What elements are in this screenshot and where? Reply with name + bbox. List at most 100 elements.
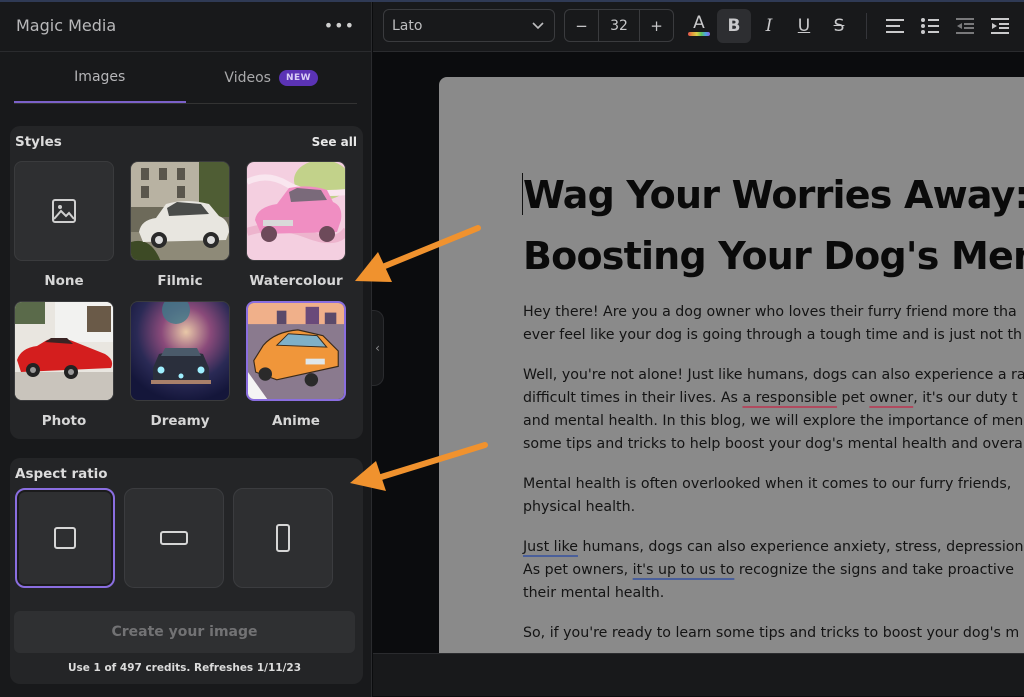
spelling-suggestion[interactable]: a responsible — [742, 390, 837, 406]
bold-button[interactable]: B — [717, 8, 751, 43]
tab-images-label: Images — [74, 68, 126, 85]
more-horizontal-icon: ••• — [323, 16, 355, 35]
increase-font-size-button[interactable]: + — [640, 10, 673, 41]
bulleted-list-icon — [921, 17, 939, 34]
text-line: and mental health. In this blog, we will… — [523, 413, 1024, 429]
tab-videos[interactable]: Videos NEW — [186, 52, 358, 103]
style-option-anime[interactable]: Anime — [246, 301, 346, 441]
style-label: Photo — [41, 413, 87, 429]
style-grid: None Filmic Watercolour Photo Dreamy Ani… — [14, 161, 346, 441]
style-option-none[interactable]: None — [14, 161, 114, 301]
font-family-select[interactable]: Lato — [383, 9, 555, 42]
document-title[interactable]: Wag Your Worries Away: T Boosting Your D… — [523, 165, 1024, 287]
style-thumb-watercolour — [246, 161, 346, 261]
color-swatch-bar — [688, 32, 710, 36]
style-label: Anime — [272, 413, 320, 429]
window-top-edge — [0, 0, 1024, 2]
create-image-button[interactable]: Create your image — [14, 611, 355, 653]
aspect-square-button[interactable] — [15, 488, 115, 588]
underline-button[interactable]: U — [787, 9, 821, 43]
italic-icon: I — [765, 15, 773, 36]
collapse-panel-handle[interactable]: ‹ — [372, 310, 384, 386]
paragraph: Hey there! Are you a dog owner who loves… — [523, 301, 1024, 347]
paragraph: Well, you're not alone! Just like humans… — [523, 364, 1024, 456]
text-color-button[interactable]: A — [682, 9, 716, 43]
grammar-suggestion[interactable]: it's up to us to — [633, 562, 735, 578]
font-family-value: Lato — [392, 17, 423, 34]
align-left-button[interactable] — [878, 9, 912, 43]
title-line-1: Wag Your Worries Away: T — [523, 173, 1024, 217]
align-left-icon — [886, 18, 904, 33]
strikethrough-icon: S — [833, 15, 845, 36]
aspect-landscape-button[interactable] — [124, 488, 224, 588]
style-option-photo[interactable]: Photo — [14, 301, 114, 441]
styles-section: Styles See all None Filmic Watercolour P… — [10, 126, 363, 439]
underline-icon: U — [797, 15, 811, 36]
toolbar-divider — [866, 12, 867, 39]
decrease-font-size-button[interactable]: − — [565, 10, 598, 41]
text-line: recognize the signs and take proactive — [734, 562, 1015, 578]
chevron-left-icon: ‹ — [375, 341, 380, 355]
style-option-dreamy[interactable]: Dreamy — [130, 301, 230, 441]
font-size-stepper: − 32 + — [564, 9, 674, 42]
panel-title: Magic Media — [16, 16, 117, 35]
style-thumb-filmic — [130, 161, 230, 261]
text-line: Mental health is often overlooked when i… — [523, 476, 1012, 492]
text-line: difficult times in their lives. As — [523, 390, 743, 406]
paragraph: So, if you're ready to learn some tips a… — [523, 622, 1024, 645]
tab-videos-label: Videos — [224, 69, 271, 86]
increase-indent-icon — [991, 17, 1009, 34]
spelling-suggestion[interactable]: owner — [869, 390, 913, 406]
media-tabs: Images Videos NEW — [14, 52, 357, 104]
style-thumb-none — [14, 161, 114, 261]
style-label: None — [44, 273, 84, 289]
style-label: Dreamy — [150, 413, 210, 429]
landscape-rect-icon — [160, 531, 188, 545]
text-color-icon: A — [693, 13, 705, 33]
text-line: ever feel like your dog is going through… — [523, 327, 1023, 343]
text-line: , it's our duty t — [913, 390, 1018, 406]
paragraph: Just like humans, dogs can also experien… — [523, 536, 1024, 605]
chevron-down-icon — [532, 21, 544, 29]
canvas-area: Wag Your Worries Away: T Boosting Your D… — [373, 53, 1024, 653]
styles-heading: Styles — [15, 134, 62, 150]
decrease-indent-icon — [956, 17, 974, 34]
aspect-portrait-button[interactable] — [233, 488, 333, 588]
panel-header: Magic Media ••• — [0, 0, 371, 52]
aspect-ratio-section: Aspect ratio Create your image Use 1 of … — [10, 458, 363, 684]
bold-icon: B — [727, 15, 741, 36]
decrease-indent-button[interactable] — [948, 9, 982, 43]
style-thumb-anime — [246, 301, 346, 401]
style-option-watercolour[interactable]: Watercolour — [246, 161, 346, 301]
see-all-link[interactable]: See all — [312, 135, 357, 149]
anime-car-image — [248, 303, 344, 399]
text-line: Hey there! Are you a dog owner who loves… — [523, 304, 1017, 320]
bottom-bar — [373, 653, 1024, 696]
font-size-input[interactable]: 32 — [598, 10, 640, 41]
strikethrough-button[interactable]: S — [822, 9, 856, 43]
text-toolbar: Lato − 32 + A B I U S — [373, 0, 1024, 52]
style-option-filmic[interactable]: Filmic — [130, 161, 230, 301]
aspect-ratio-options — [15, 488, 333, 588]
document-body[interactable]: Hey there! Are you a dog owner who loves… — [523, 301, 1024, 653]
text-line: Well, you're not alone! Just like humans… — [523, 367, 1024, 383]
credits-info: Use 1 of 497 credits. Refreshes 1/11/23 — [67, 662, 302, 674]
style-label: Filmic — [157, 273, 203, 289]
title-line-2: Boosting Your Dog's Ment — [523, 234, 1024, 278]
image-placeholder-icon — [52, 199, 76, 223]
magic-media-panel: Magic Media ••• Images Videos NEW Styles… — [0, 0, 372, 697]
document-page[interactable]: Wag Your Worries Away: T Boosting Your D… — [439, 77, 1024, 653]
text-line: physical health. — [523, 499, 636, 515]
grammar-suggestion[interactable]: Just like — [523, 539, 578, 555]
watercolour-car-image — [247, 162, 345, 260]
italic-button[interactable]: I — [752, 9, 786, 43]
bulleted-list-button[interactable] — [913, 9, 947, 43]
style-thumb-dreamy — [130, 301, 230, 401]
style-thumb-photo — [14, 301, 114, 401]
text-line: their mental health. — [523, 585, 665, 601]
increase-indent-button[interactable] — [983, 9, 1017, 43]
text-line: some tips and tricks to help boost your … — [523, 436, 1023, 452]
square-icon — [54, 527, 76, 549]
more-options-button[interactable]: ••• — [324, 16, 355, 35]
tab-images[interactable]: Images — [14, 52, 186, 103]
